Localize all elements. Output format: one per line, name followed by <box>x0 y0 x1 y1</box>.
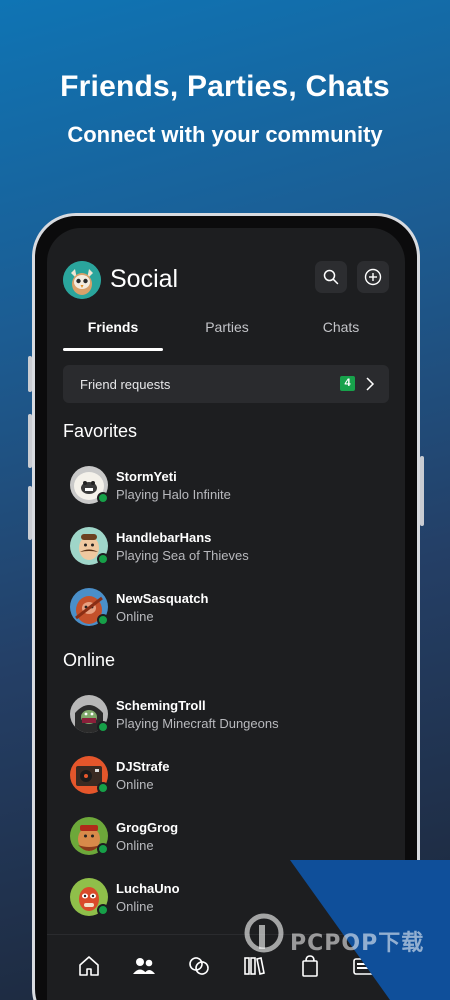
friend-status: Playing Sea of Thieves <box>116 548 249 563</box>
add-circle-icon <box>364 268 382 286</box>
home-icon[interactable] <box>76 953 102 979</box>
friend-status: Online <box>116 899 154 914</box>
friend-status: Playing Minecraft Dungeons <box>116 716 279 731</box>
tab-bar: Friends Parties Chats <box>63 319 389 351</box>
friend-status: Online <box>116 777 154 792</box>
online-status-icon <box>97 492 109 504</box>
promo-subtitle: Connect with your community <box>67 122 383 147</box>
friend-status: Online <box>116 609 154 624</box>
friend-name: LuchaUno <box>116 881 180 896</box>
search-button[interactable] <box>315 261 347 293</box>
search-icon <box>323 269 339 285</box>
online-status-icon <box>97 904 109 916</box>
online-status-icon <box>97 553 109 565</box>
online-status-icon <box>97 721 109 733</box>
app-title: Social <box>110 265 179 293</box>
watermark-text: PCPOP下载 <box>290 931 425 956</box>
friend-name: SchemingTroll <box>116 698 206 713</box>
friend-requests-row[interactable]: Friend requests 4 <box>63 365 389 403</box>
profile-avatar[interactable] <box>63 261 101 299</box>
friend-item[interactable]: DJStrafe Online <box>70 756 370 798</box>
friend-item[interactable]: GrogGrog Online <box>70 817 370 859</box>
friend-requests-count-badge: 4 <box>340 376 355 391</box>
friend-item[interactable]: HandlebarHans Playing Sea of Thieves <box>70 527 370 569</box>
friend-requests-label: Friend requests <box>80 377 171 392</box>
phone-side-button <box>28 356 32 392</box>
promo-title: Friends, Parties, Chats <box>60 70 390 103</box>
phone-side-button <box>28 486 32 540</box>
tab-friends[interactable]: Friends <box>63 319 163 335</box>
online-heading: Online <box>63 650 116 670</box>
friends-icon[interactable] <box>131 953 157 979</box>
watermark-logo <box>244 913 284 953</box>
phone-side-button <box>420 456 424 526</box>
friend-name: NewSasquatch <box>116 591 209 606</box>
friend-name: GrogGrog <box>116 820 179 835</box>
tab-chats[interactable]: Chats <box>291 319 391 335</box>
online-status-icon <box>97 843 109 855</box>
friend-item[interactable]: NewSasquatch Online <box>70 588 370 630</box>
online-status-icon <box>97 782 109 794</box>
friend-status: Playing Halo Infinite <box>116 487 231 502</box>
friend-item[interactable]: SchemingTroll Playing Minecraft Dungeons <box>70 695 370 737</box>
app-header: Social <box>63 261 389 301</box>
friend-name: StormYeti <box>116 469 177 484</box>
friend-status: Online <box>116 838 154 853</box>
friend-name: DJStrafe <box>116 759 170 774</box>
library-icon[interactable] <box>241 953 267 979</box>
tab-parties[interactable]: Parties <box>177 319 277 335</box>
xbox-cloud-icon[interactable] <box>186 953 212 979</box>
add-button[interactable] <box>357 261 389 293</box>
friend-item[interactable]: StormYeti Playing Halo Infinite <box>70 466 370 508</box>
favorites-heading: Favorites <box>63 421 138 441</box>
chevron-right-icon <box>366 377 375 391</box>
online-status-icon <box>97 614 109 626</box>
friend-name: HandlebarHans <box>116 530 212 545</box>
phone-side-button <box>28 414 32 468</box>
active-tab-indicator <box>63 348 163 351</box>
